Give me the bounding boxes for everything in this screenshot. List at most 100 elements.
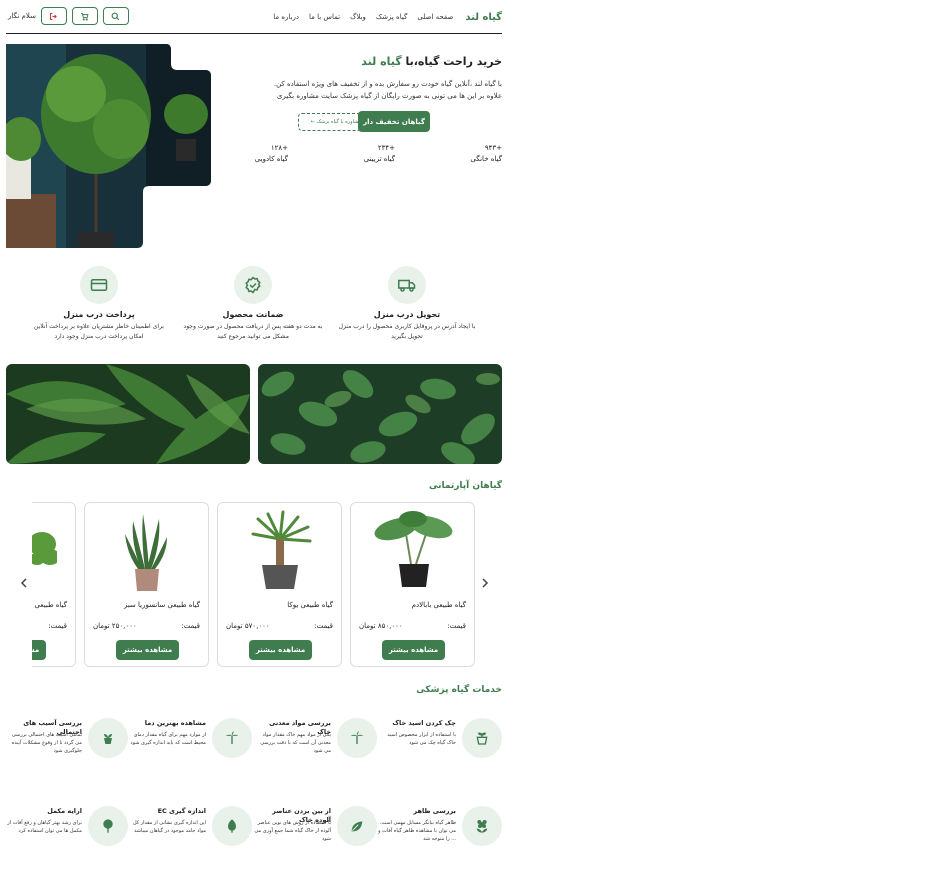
feature-home-delivery: تحویل درب منزل با ایجاد آدرس در پروفایل … [337, 266, 477, 342]
hero-description: با گیاه لند ،آنلاین گیاه خودت رو سفارش ب… [252, 78, 502, 102]
product-card[interactable]: گیاه طبیعی سانسوریا سبز قیمت: ۲۵۰,۰۰۰ تو… [84, 502, 209, 667]
chevron-right-icon [482, 578, 489, 588]
product-price: ۵۷۰,۰۰۰ تومان [226, 622, 270, 630]
product-image [32, 532, 57, 565]
product-price: ۲۵۰,۰۰۰ تومان [93, 622, 137, 630]
cart-icon [81, 12, 89, 21]
stat-label: گیاه تزیینی [363, 155, 395, 163]
consult-doctor-button[interactable]: مشاوره با گیاه پزشک ← [298, 113, 374, 131]
service-item: بررسی مواد معدنی خاک یکی از مواد مهم خاک… [255, 716, 377, 760]
stat-label: گیاه خانگی [470, 155, 502, 163]
product-card[interactable]: گیاه طبیعی یوکا قیمت: ۵۷۰,۰۰۰ تومان مشاه… [217, 502, 342, 667]
palm-icon [226, 731, 238, 744]
service-item: اندازه گیری EC این اندازه گیری نشانی از … [130, 804, 252, 848]
product-price: ۸۵۰,۰۰۰ تومان [359, 622, 403, 630]
feature-icon-wrap [80, 266, 118, 304]
price-label: قیمت: [314, 622, 333, 630]
chevron-left-icon [20, 578, 27, 588]
nav-contact[interactable]: تماس با ما [309, 13, 340, 21]
product-name: گیاه طبیعی [34, 601, 67, 609]
apartment-plants-title: گیاهان آپارتمانی [428, 481, 502, 491]
service-title: مشاهده بهترین دما [144, 719, 206, 727]
logout-icon [50, 12, 58, 20]
view-more-button[interactable]: مشاهده بیشتر [32, 640, 46, 660]
nav-about[interactable]: درباره ما [273, 13, 299, 21]
feature-title: ضمانت محصول [222, 310, 284, 319]
view-more-button[interactable]: مشاهده بیشتر [249, 640, 312, 660]
header-divider [6, 33, 502, 34]
product-image [374, 511, 453, 587]
bulb-icon [228, 819, 236, 833]
cart-button[interactable] [71, 7, 98, 25]
service-item: بررسی ظاهر ظاهر گیاه بیانگر مسایل مهمی ا… [378, 804, 502, 848]
feature-icon-wrap [234, 266, 272, 304]
nav-blog[interactable]: وبلاگ [350, 13, 366, 21]
service-icon-wrap [88, 718, 128, 758]
service-icon-wrap [212, 806, 252, 846]
feature-pay-at-door: پرداخت درب منزل برای اطمینان خاطر مشتریا… [29, 266, 169, 342]
stat-value: +۹۴۳ [484, 144, 502, 152]
products-carousel: گیاه طبیعی بابالادم قیمت: ۸۵۰,۰۰۰ تومان … [32, 502, 476, 667]
service-icon-wrap [212, 718, 252, 758]
hero-title: خرید راحت گیاه،با گیاه لند [361, 55, 502, 68]
product-card[interactable]: گیاه طبیعی قیمت: مشاهده بیشتر [32, 502, 76, 667]
service-icon-wrap [462, 806, 502, 846]
service-desc: یکی از مواد مهم خاک مقدار مواد معدنی آن … [260, 732, 331, 754]
service-item: مشاهده بهترین دما از موارد مهم برای گیاه… [130, 716, 252, 760]
palm-icon [351, 731, 363, 744]
carousel-next-arrow[interactable] [481, 578, 489, 591]
service-icon-wrap [337, 718, 377, 758]
view-more-button[interactable]: مشاهده بیشتر [116, 640, 179, 660]
service-icon-wrap [88, 806, 128, 846]
pot-icon [476, 732, 488, 745]
service-desc: این اندازه گیری نشانی از مقدار کل مواد ج… [132, 820, 206, 834]
leaves-banner-right [258, 364, 502, 464]
view-more-button[interactable]: مشاهده بیشتر [382, 640, 445, 660]
search-icon [112, 12, 120, 20]
plant-icon [104, 734, 112, 744]
feature-title: پرداخت درب منزل [63, 310, 135, 319]
sprout-icon [351, 821, 363, 832]
plant-doctor-services-title: خدمات گیاه پزشکی [416, 685, 502, 695]
credit-card-icon [90, 279, 108, 291]
feature-icon-wrap [388, 266, 426, 304]
tree-icon [103, 819, 113, 833]
product-name: گیاه طبیعی بابالادم [411, 601, 466, 609]
price-label: قیمت: [181, 622, 200, 630]
service-item: ارایه مکمل برای رشد بهتر گیاهان و رفع آف… [6, 804, 128, 848]
service-title: ارایه مکمل [47, 807, 82, 815]
stat-decorative-plants: +۲۳۴ گیاه تزیینی [364, 143, 395, 165]
search-button[interactable] [102, 7, 129, 25]
service-icon-wrap [462, 718, 502, 758]
service-desc: با استفاده از روش های نوین عناصر آلوده ا… [254, 820, 331, 842]
product-card[interactable]: گیاه طبیعی بابالادم قیمت: ۸۵۰,۰۰۰ تومان … [350, 502, 475, 667]
nav-home[interactable]: صفحه اصلی [417, 13, 453, 21]
stat-house-plants: +۹۴۳ گیاه خانگی [470, 143, 502, 165]
service-desc: با استفاده از ابزار مخصوص اسید خاک گیاه … [387, 732, 456, 746]
feature-desc: با ایجاد آدرس در پروفایل کاربری محصول را… [338, 323, 476, 340]
header-actions: سلام نگار [6, 7, 129, 25]
feature-desc: برای اطمینان خاطر مشتریان علاوه بر پرداخ… [34, 323, 164, 340]
stat-value: +۱۲۸ [270, 144, 288, 152]
feature-title: تحویل درب منزل [373, 310, 441, 319]
main-nav: صفحه اصلی گیاه پزشک وبلاگ تماس با ما درب… [273, 13, 453, 21]
stat-gift-plants: +۱۲۸ گیاه کادویی [255, 143, 288, 165]
service-desc: تمامی آسیب های احتمالی بررسی می گردد تا … [11, 732, 82, 754]
hero-title-text: خرید راحت گیاه،با [401, 55, 502, 68]
badge-check-icon [245, 276, 261, 294]
service-title: چک کردن اسید خاک [392, 719, 456, 727]
product-name: گیاه طبیعی یوکا [287, 601, 333, 609]
brand-logo[interactable]: گیاه لند [465, 12, 502, 23]
user-greeting: سلام نگار [8, 12, 36, 20]
service-desc: از موارد مهم برای گیاه مقدار دمای محیط ا… [130, 732, 206, 746]
leaves-banner-left [6, 364, 250, 464]
logout-button[interactable] [40, 7, 67, 25]
service-title: بررسی ظاهر [413, 807, 456, 815]
service-item: بررسی آسیب های احتمالی تمامی آسیب های اح… [6, 716, 128, 760]
carousel-prev-arrow[interactable] [20, 578, 28, 591]
hero-desc-line-2: علاوه بر این ها می تونی به صورت رایگان ا… [276, 92, 502, 100]
feature-desc: به مدت دو هفته پس از دریافت محصول در صور… [183, 323, 323, 340]
nav-plant-doctor[interactable]: گیاه پزشک [376, 13, 407, 21]
product-image [251, 510, 312, 589]
service-item: از بین بردن عناصر آلوده خاک با استفاده ا… [254, 804, 377, 848]
